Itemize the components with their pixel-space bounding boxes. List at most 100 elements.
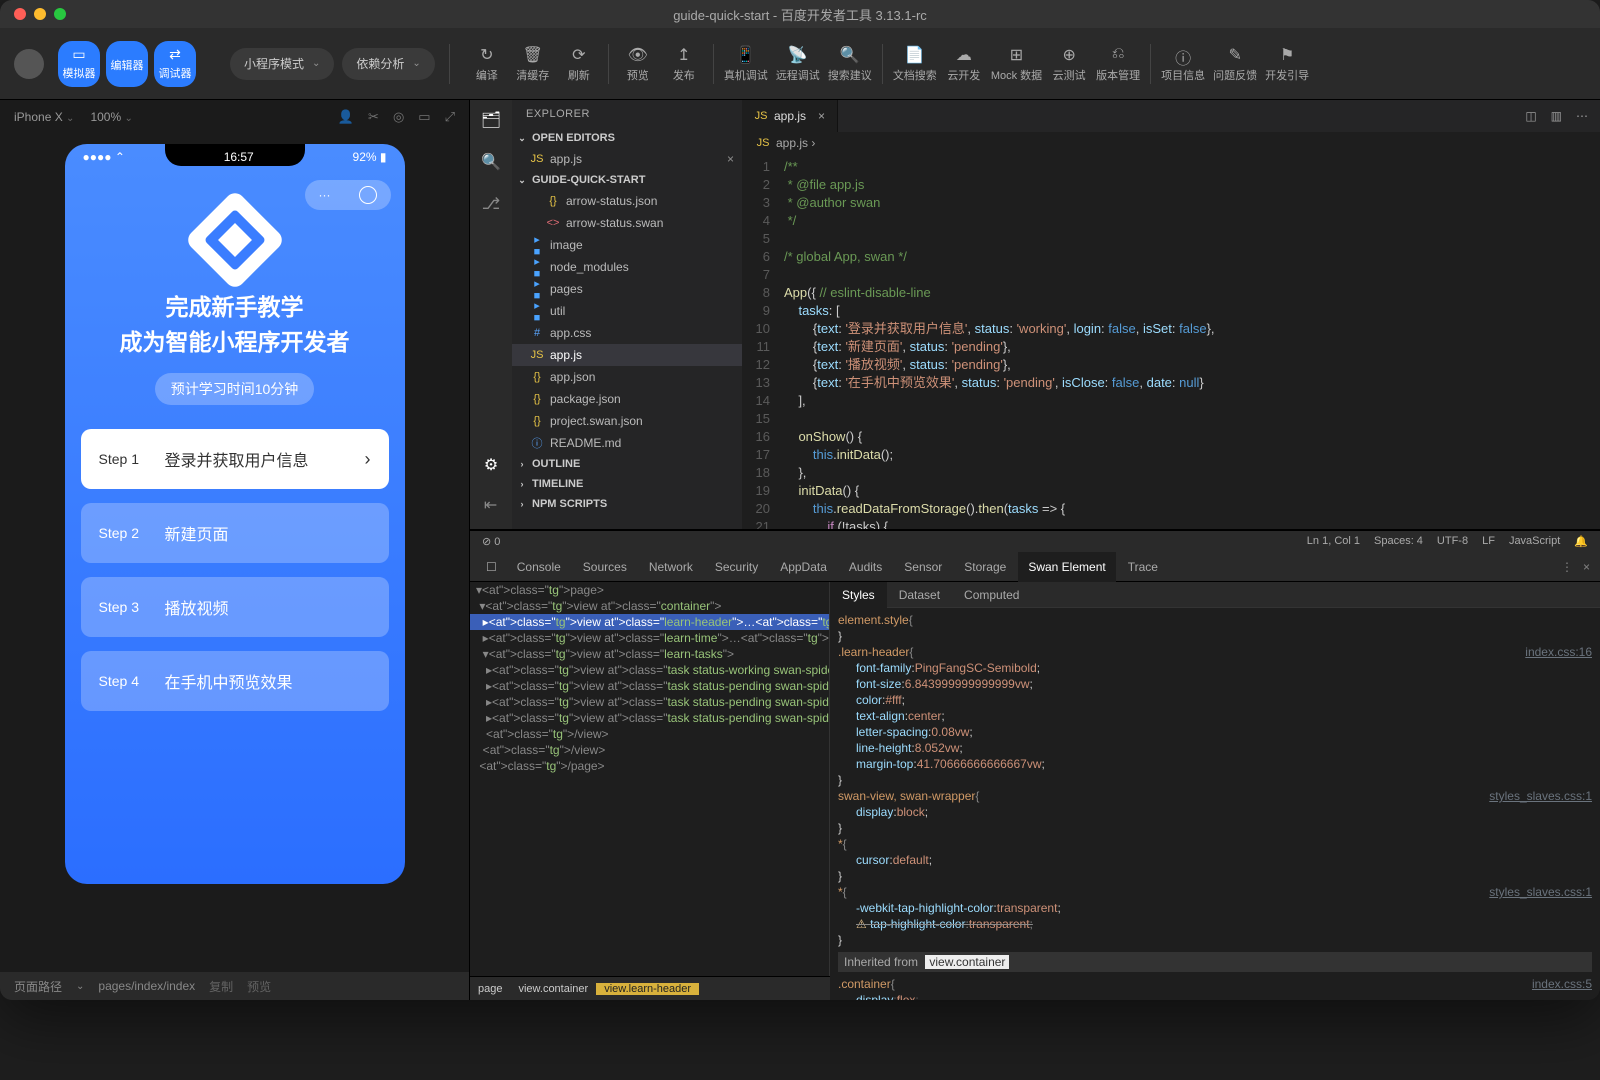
explorer-section[interactable]: ›OUTLINE: [512, 454, 742, 474]
file-item[interactable]: {}app.json: [512, 366, 742, 388]
project-info-button[interactable]: ⓘ项目信息: [1157, 45, 1209, 83]
css-rule[interactable]: .learn-header {index.css:16font-family:P…: [838, 644, 1592, 788]
maximize-icon[interactable]: [54, 8, 66, 20]
devtools-tab[interactable]: Network: [639, 552, 703, 582]
explorer-section[interactable]: ›NPM SCRIPTS: [512, 494, 742, 514]
dom-tree[interactable]: ▾<at">class="tg">page> ▾<at">class="tg">…: [470, 582, 830, 976]
code-line[interactable]: this.initData();: [784, 446, 893, 464]
more-icon[interactable]: ⋮: [1561, 560, 1573, 574]
bell-icon[interactable]: 🔔: [1574, 535, 1588, 548]
code-line[interactable]: * @author swan: [784, 194, 880, 212]
devtools-tab[interactable]: Audits: [839, 552, 892, 582]
explorer-section[interactable]: ›TIMELINE: [512, 474, 742, 494]
styles-tab[interactable]: Dataset: [887, 582, 952, 608]
css-selector[interactable]: .container: [838, 976, 891, 992]
code-line[interactable]: {text: '播放视频', status: 'pending'},: [784, 356, 1011, 374]
mock-data-button[interactable]: ⊞Mock 数据: [987, 45, 1046, 83]
language-mode[interactable]: JavaScript: [1509, 535, 1560, 548]
dom-node[interactable]: <at">class="tg">/view>: [470, 742, 829, 758]
doc-search-button[interactable]: 📄文档搜索: [889, 45, 941, 83]
code-line[interactable]: App({ // eslint-disable-line: [784, 284, 931, 302]
css-source[interactable]: index.css:16: [1525, 644, 1592, 660]
dev-guide-button[interactable]: ⚑开发引导: [1261, 45, 1313, 83]
more-icon[interactable]: ⋯: [1576, 109, 1588, 123]
eye-icon[interactable]: ◎: [393, 109, 404, 125]
versioning-button[interactable]: ⎌版本管理: [1092, 45, 1144, 83]
simulator-pill[interactable]: ▭模拟器: [58, 41, 100, 87]
code-line[interactable]: */: [784, 212, 796, 230]
compile-button[interactable]: ↻编译: [464, 45, 510, 83]
css-rule[interactable]: * {styles_slaves.css:1-webkit-tap-highli…: [838, 884, 1592, 948]
file-item[interactable]: ⓘREADME.md: [512, 432, 742, 454]
file-item[interactable]: #app.css: [512, 322, 742, 344]
dom-node[interactable]: ▾<at">class="tg">view at">class="learn-t…: [470, 646, 829, 662]
device-debug-button[interactable]: 📱真机调试: [720, 45, 772, 83]
clear-cache-button[interactable]: 🗑清缓存: [510, 45, 556, 83]
preview-button[interactable]: 预览: [247, 978, 271, 995]
code-line[interactable]: onShow() {: [784, 428, 862, 446]
code-line[interactable]: {text: '登录并获取用户信息', status: 'working', l…: [784, 320, 1215, 338]
css-rule[interactable]: swan-view, swan-wrapper {styles_slaves.c…: [838, 788, 1592, 836]
folder-item[interactable]: ▸ ■node_modules: [512, 256, 742, 278]
dom-node[interactable]: ▸<at">class="tg">view at">class="task st…: [470, 694, 829, 710]
step-item[interactable]: Step 2新建页面: [81, 503, 389, 563]
gear-icon[interactable]: ⚙: [484, 455, 498, 475]
close-icon[interactable]: [14, 8, 26, 20]
dom-node[interactable]: ▸<at">class="tg">view at">class="task st…: [470, 662, 829, 678]
file-item[interactable]: {}arrow-status.json: [512, 190, 742, 212]
css-selector[interactable]: swan-view, swan-wrapper: [838, 788, 975, 804]
capsule-button[interactable]: ···: [305, 180, 391, 210]
devtools-tab[interactable]: Console: [507, 552, 571, 582]
css-source[interactable]: styles_slaves.css:1: [1489, 884, 1592, 900]
dependency-analysis[interactable]: 依赖分析 ⌄: [342, 48, 434, 80]
code-line[interactable]: tasks: [: [784, 302, 840, 320]
css-rule[interactable]: .container {index.css:5display:flex;flex…: [838, 976, 1592, 1000]
styles-tab[interactable]: Computed: [952, 582, 1031, 608]
person-icon[interactable]: 👤: [338, 109, 354, 125]
close-icon[interactable]: ×: [1583, 560, 1590, 574]
editor-pill[interactable]: 编辑器: [106, 41, 148, 87]
code-line[interactable]: * @file app.js: [784, 176, 864, 194]
dom-crumb-item[interactable]: view.container: [510, 983, 596, 995]
code-line[interactable]: /**: [784, 158, 798, 176]
step-item[interactable]: Step 4在手机中预览效果: [81, 651, 389, 711]
devtools-tab[interactable]: Trace: [1118, 552, 1168, 582]
styles-body[interactable]: element.style {}.learn-header {index.css…: [830, 608, 1600, 1000]
collapse-icon[interactable]: ⇤: [484, 495, 498, 515]
split-icon[interactable]: ▥: [1551, 109, 1562, 123]
css-rule[interactable]: * {cursor:default;}: [838, 836, 1592, 884]
dom-breadcrumb[interactable]: pageview.containerview.learn-header: [470, 976, 830, 1000]
dom-node[interactable]: ▸<at">class="tg">view at">class="task st…: [470, 710, 829, 726]
css-source[interactable]: index.css:5: [1532, 976, 1592, 992]
device-picker[interactable]: iPhone X ⌄: [14, 110, 74, 124]
styles-tab[interactable]: Styles: [830, 582, 887, 608]
css-source[interactable]: styles_slaves.css:1: [1489, 788, 1592, 804]
devtools-tab[interactable]: Sources: [573, 552, 637, 582]
devtools-tab[interactable]: Sensor: [894, 552, 952, 582]
debugger-pill[interactable]: ⇄调试器: [154, 41, 196, 87]
dom-crumb-item[interactable]: page: [470, 983, 510, 995]
devtools-tab[interactable]: Swan Element: [1018, 552, 1115, 582]
dom-node[interactable]: <at">class="tg">/page>: [470, 758, 829, 774]
file-item[interactable]: JSapp.js: [512, 344, 742, 366]
code-line[interactable]: },: [784, 464, 806, 482]
refresh-button[interactable]: ⟳刷新: [556, 45, 602, 83]
devtools-tab[interactable]: Storage: [954, 552, 1016, 582]
feedback-button[interactable]: ✎问题反馈: [1209, 45, 1261, 83]
code-line[interactable]: if (!tasks) {: [784, 518, 888, 529]
dom-node[interactable]: ▸<at">class="tg">view at">class="learn-h…: [470, 614, 829, 630]
spaces[interactable]: Spaces: 4: [1374, 535, 1423, 548]
cloud-test-button[interactable]: ⊕云测试: [1046, 45, 1092, 83]
cut-icon[interactable]: ✂: [368, 109, 379, 125]
remote-debug-button[interactable]: 📡远程调试: [772, 45, 824, 83]
dom-node[interactable]: ▸<at">class="tg">view at">class="task st…: [470, 678, 829, 694]
explorer-section[interactable]: ⌄OPEN EDITORS: [512, 128, 742, 148]
search-sugg-button[interactable]: 🔍搜索建议: [824, 45, 876, 83]
files-icon[interactable]: 🗂: [481, 110, 501, 130]
breadcrumb[interactable]: JS app.js ›: [742, 132, 1600, 154]
file-item[interactable]: {}package.json: [512, 388, 742, 410]
copy-button[interactable]: 复制: [209, 978, 233, 995]
encoding[interactable]: UTF-8: [1437, 535, 1468, 548]
code-line[interactable]: this.readDataFromStorage().then(tasks =>…: [784, 500, 1065, 518]
more-icon[interactable]: ···: [319, 188, 331, 202]
